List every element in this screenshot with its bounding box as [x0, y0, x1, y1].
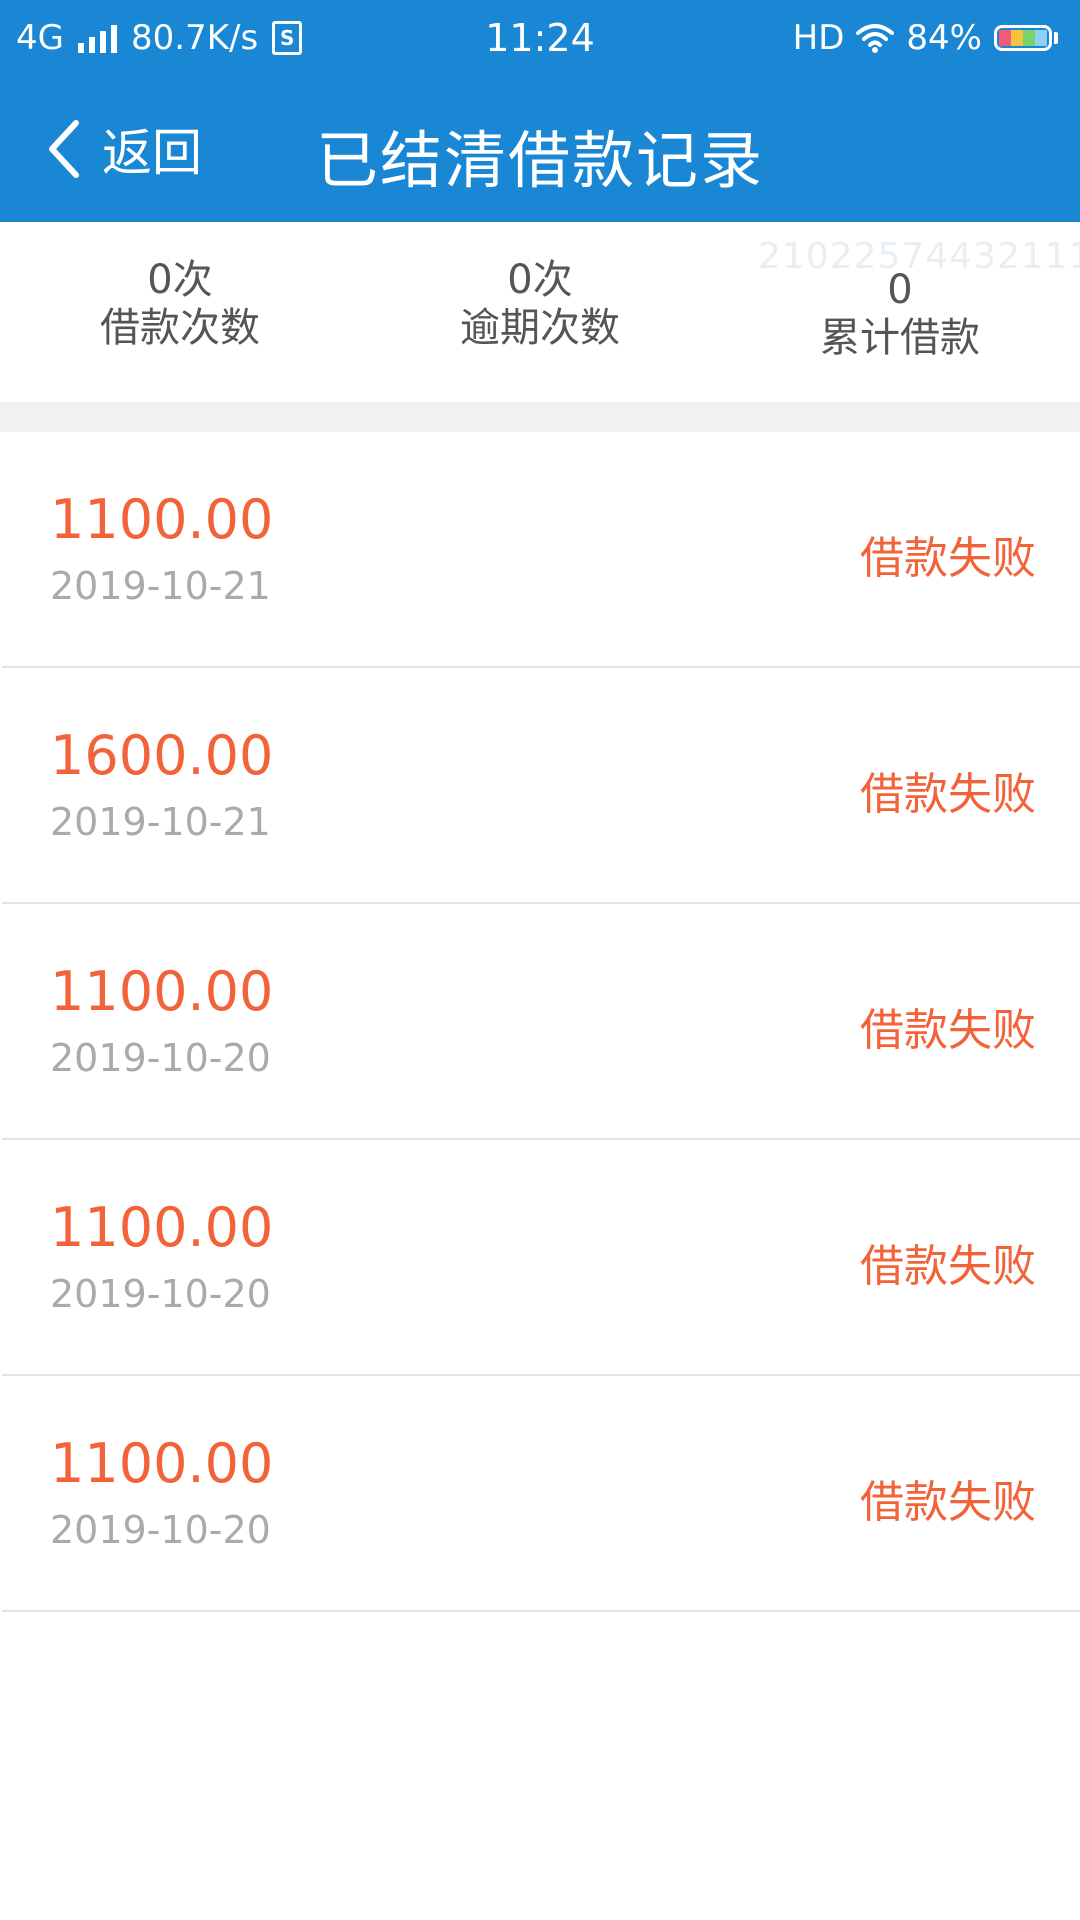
record-date: 2019-10-20: [50, 1272, 271, 1316]
page-title: 已结清借款记录: [315, 124, 764, 197]
record-date: 2019-10-21: [50, 564, 271, 608]
record-status: 借款失败: [860, 1477, 1036, 1528]
list-item[interactable]: 1600.00 2019-10-21 借款失败: [2, 668, 1080, 904]
overdue-count-label: 逾期次数: [460, 305, 620, 351]
record-date: 2019-10-20: [50, 1508, 271, 1552]
list-item[interactable]: 1100.00 2019-10-20 借款失败: [2, 1376, 1080, 1612]
loan-count-value: 0次: [147, 257, 213, 303]
record-amount: 1600.00: [50, 724, 274, 787]
total-loan-label: 累计借款: [820, 315, 980, 361]
record-amount: 1100.00: [50, 488, 274, 551]
status-bar: 4G 80.7K/s S 11:24 HD 84%: [0, 0, 1080, 76]
record-date: 2019-10-20: [50, 1036, 271, 1080]
record-status: 借款失败: [860, 769, 1036, 820]
battery-level: 84%: [906, 18, 982, 58]
list-item[interactable]: 1100.00 2019-10-20 借款失败: [2, 1140, 1080, 1376]
record-status: 借款失败: [860, 533, 1036, 584]
record-status: 借款失败: [860, 1005, 1036, 1056]
wifi-icon: [856, 24, 895, 53]
loan-count-label: 借款次数: [100, 305, 260, 351]
record-status: 借款失败: [860, 1241, 1036, 1292]
battery-icon: [994, 25, 1058, 51]
hd-indicator: HD: [792, 18, 845, 58]
overdue-count-value: 0次: [507, 257, 573, 303]
list-item[interactable]: 1100.00 2019-10-21 借款失败: [2, 432, 1080, 668]
list-item[interactable]: 1100.00 2019-10-20 借款失败: [2, 904, 1080, 1140]
record-amount: 1100.00: [50, 1432, 274, 1495]
loan-record-list: 1100.00 2019-10-21 借款失败 1600.00 2019-10-…: [2, 432, 1080, 1612]
stat-loan-count: 0次 借款次数: [0, 256, 360, 352]
record-amount: 1100.00: [50, 960, 274, 1023]
header: 4G 80.7K/s S 11:24 HD 84% 返回 已结清借款记录: [0, 0, 1080, 222]
stat-total-loan: 0 累计借款: [720, 266, 1080, 362]
navigation-bar: 返回 已结清借款记录: [0, 76, 1080, 222]
section-divider: [0, 402, 1080, 432]
record-amount: 1100.00: [50, 1196, 274, 1259]
stat-overdue-count: 0次 逾期次数: [360, 256, 720, 352]
watermark-id: 21022574432111: [758, 236, 1080, 277]
record-date: 2019-10-21: [50, 800, 271, 844]
